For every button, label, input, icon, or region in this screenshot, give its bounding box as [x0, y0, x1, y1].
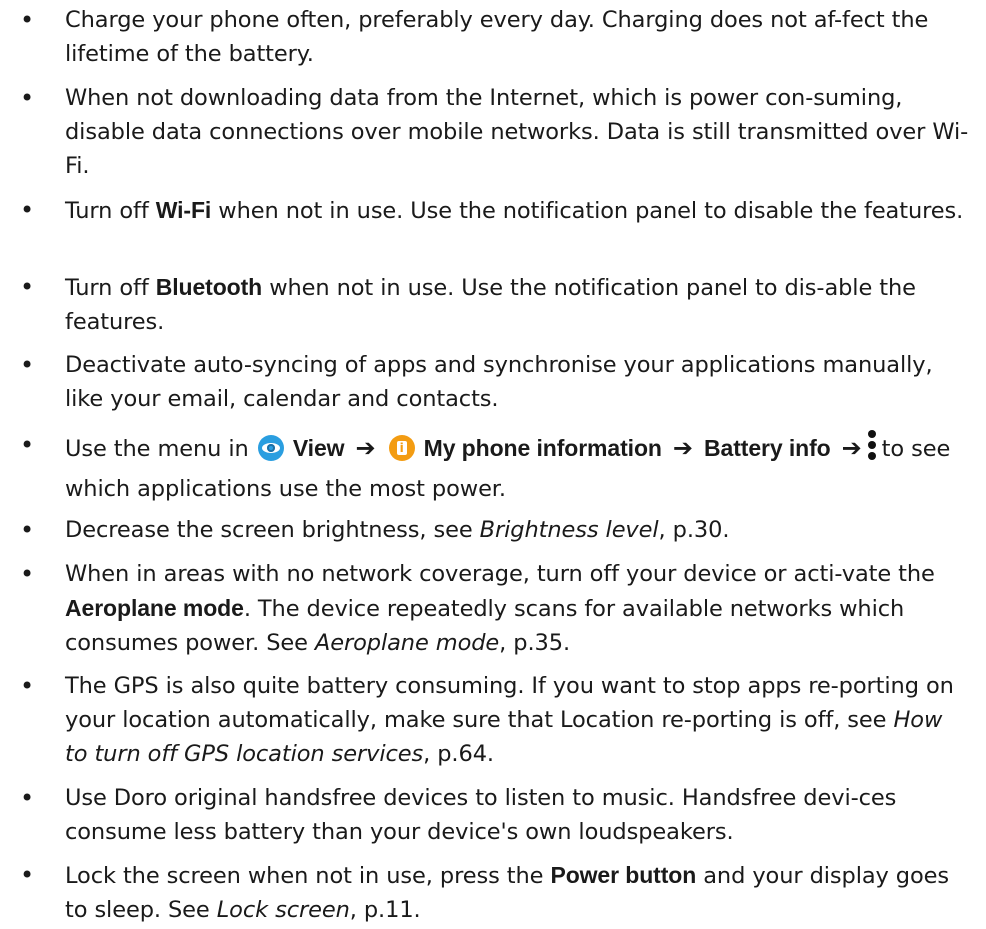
battery-info-label: Battery info [704, 435, 831, 461]
arrow-right-icon: ➔ [672, 434, 693, 462]
bullet: • [20, 672, 35, 700]
tip-text: Charge your phone often, preferably ever… [65, 7, 929, 67]
bullet: • [20, 6, 35, 34]
tip-text: Use the menu in View ➔ My phone informat… [65, 428, 970, 509]
power-button-label: Power button [550, 862, 697, 888]
arrow-right-icon: ➔ [841, 434, 862, 462]
more-vertical-icon [867, 430, 876, 460]
bullet: • [20, 84, 35, 112]
tip-text: The GPS is also quite battery consuming.… [65, 673, 954, 767]
tip-text: Turn off Wi-Fi when not in use. Use the … [65, 197, 964, 224]
bluetooth-label: Bluetooth [155, 274, 263, 300]
brightness-level-reference: Brightness level [479, 517, 659, 543]
aeroplane-mode-label: Aeroplane mode [65, 595, 244, 621]
bullet: • [20, 273, 35, 301]
bullet: • [20, 351, 35, 379]
eye-icon [257, 435, 284, 461]
bullet: • [20, 784, 35, 812]
bullet: • [20, 560, 35, 588]
lock-screen-reference: Lock screen [216, 897, 350, 923]
view-label: View [292, 435, 345, 461]
tip-text: Turn off Bluetooth when not in use. Use … [65, 274, 916, 335]
bullet: • [20, 516, 35, 544]
tip-text: Lock the screen when not in use, press t… [65, 862, 950, 923]
bullet: • [20, 196, 35, 224]
tip-text: Decrease the screen brightness, see Brig… [65, 517, 730, 543]
wifi-label: Wi-Fi [155, 197, 212, 223]
tip-text: Use Doro original handsfree devices to l… [65, 785, 897, 845]
my-phone-information-label: My phone information [423, 435, 662, 461]
arrow-right-icon: ➔ [355, 434, 376, 462]
bullet: • [20, 861, 35, 889]
aeroplane-mode-reference: Aeroplane mode [314, 630, 500, 656]
tip-text: When in areas with no network coverage, … [65, 561, 935, 656]
info-icon [388, 435, 415, 461]
tip-text: When not downloading data from the Inter… [65, 85, 969, 179]
bullet: • [20, 431, 35, 459]
tip-text: Deactivate auto-syncing of apps and sync… [65, 352, 933, 412]
